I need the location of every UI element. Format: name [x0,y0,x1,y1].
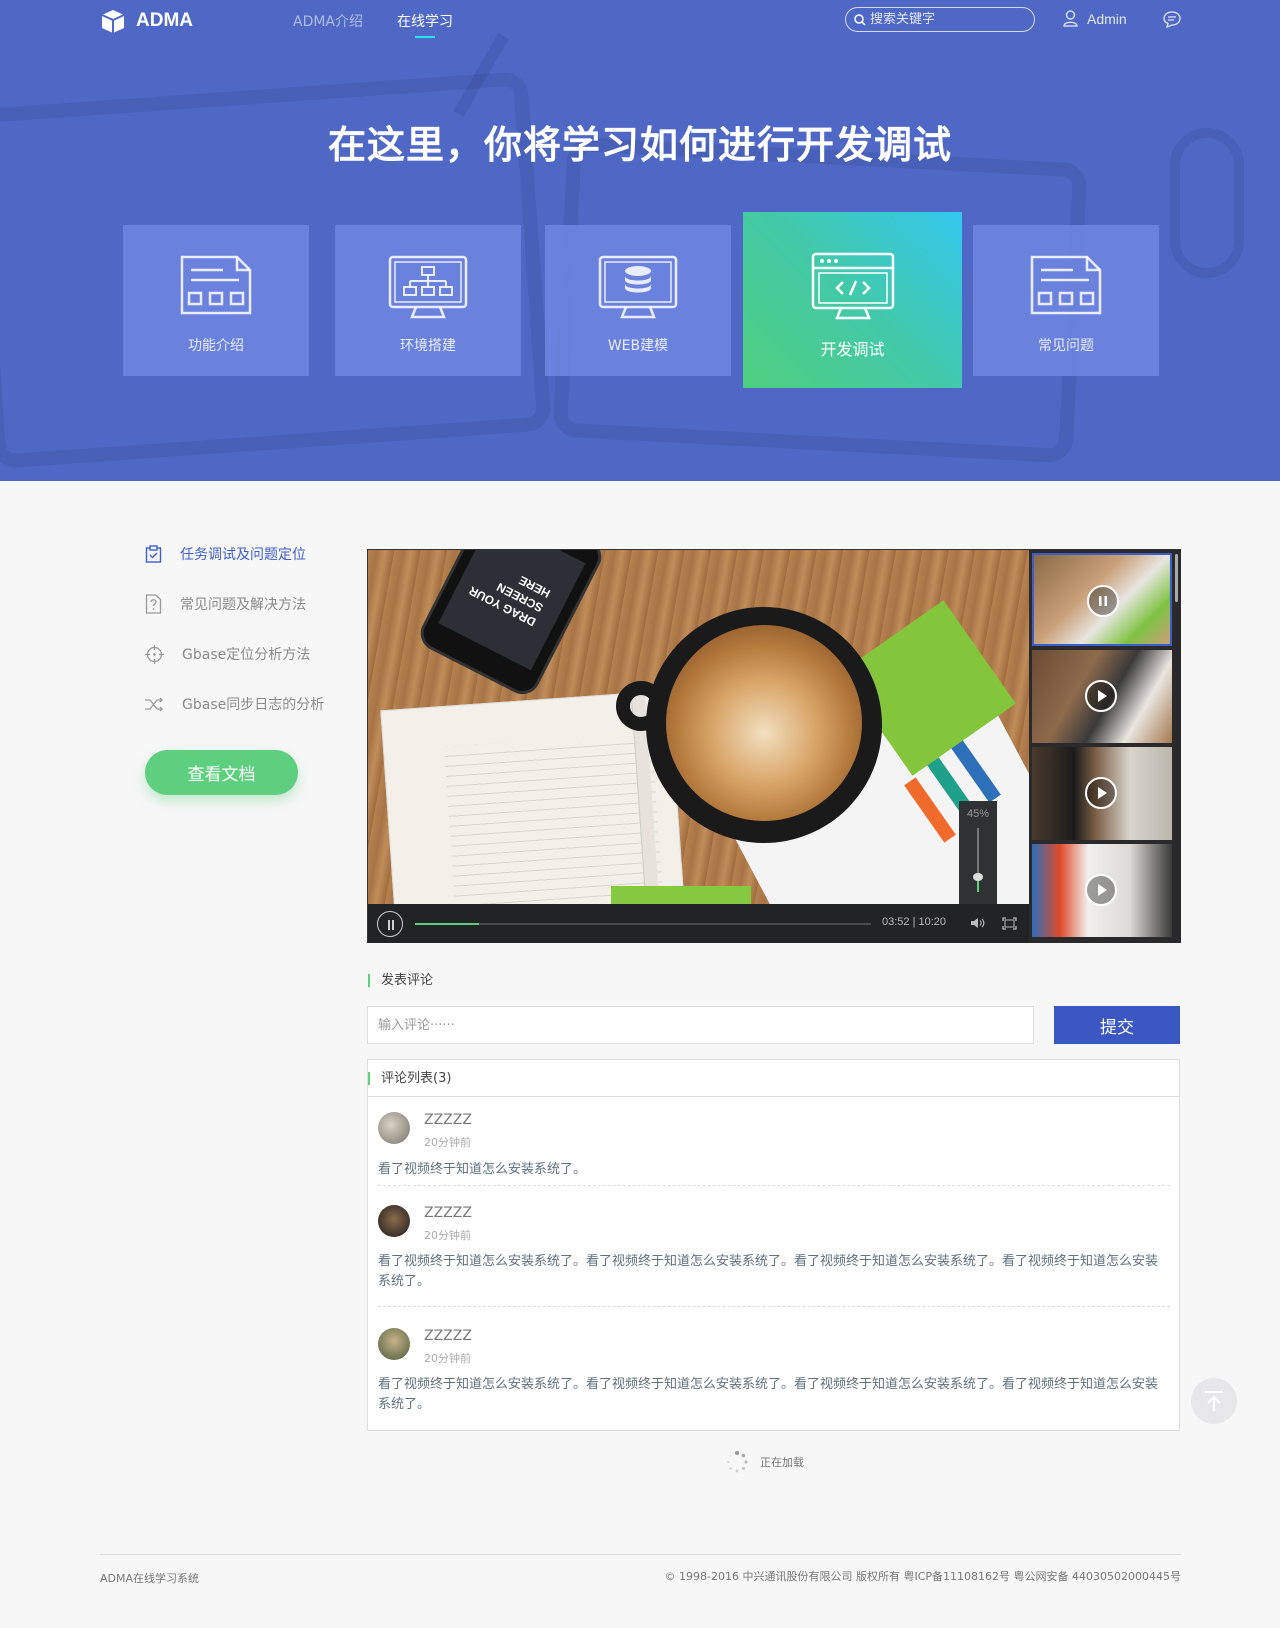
logo[interactable]: ADMA [100,8,193,34]
time-display: 03:52 | 10:20 [882,916,947,928]
current-time: 03:52 [882,916,910,928]
playlist-item[interactable] [1032,553,1172,646]
search-box [845,7,1035,32]
hero-banner: ADMA ADMA介绍 在线学习 Admin 在这里，你将学习如何进行开发调试 … [0,0,1280,481]
volume-slider[interactable]: 45% [959,801,997,904]
category-label: WEB建模 [607,338,669,354]
category-web-modeling[interactable]: WEB建模 [545,225,731,376]
sidebar-item-gbase-locate[interactable]: Gbase定位分析方法 [145,644,310,664]
sidebar-item-faq[interactable]: 常见问题及解决方法 [145,594,306,614]
crosshair-icon [145,644,164,664]
list-item: ZZZZZ 20分钟前 看了视频终于知道怎么安装系统了。看了视频终于知道怎么安装… [378,1205,1170,1307]
comment-time: 20分钟前 [424,1229,471,1242]
category-feature-intro[interactable]: 功能介绍 [123,225,309,376]
video-player: DRAG YOUR SCREEN HERE 45% 03:52 | 10:20 [367,549,1181,943]
volume-percent: 45% [966,808,990,820]
user-name: Admin [1087,10,1127,27]
shuffle-icon [145,697,163,711]
comment-text: 看了视频终于知道怎么安装系统了。看了视频终于知道怎么安装系统了。看了视频终于知道… [378,1377,1159,1412]
top-nav: ADMA ADMA介绍 在线学习 Admin [0,0,1280,40]
user-menu[interactable]: Admin [1063,10,1127,27]
category-label: 开发调试 [820,340,885,359]
comment-author: ZZZZZ [424,1112,472,1128]
video-playlist [1029,550,1181,943]
footer-copyright: © 1998-2016 中兴通讯股份有限公司 版权所有 粤ICP备1110816… [664,1570,1181,1583]
duration: 10:20 [918,916,947,928]
fullscreen-icon[interactable] [1002,917,1017,930]
play-icon [1085,777,1117,809]
play-icon [1085,874,1117,906]
comment-text: 看了视频终于知道怎么安装系统了。 [378,1162,587,1177]
category-env-setup[interactable]: 环境搭建 [335,225,521,376]
play-icon [1085,680,1117,712]
comment-input[interactable] [367,1006,1034,1044]
clipboard-check-icon [145,545,162,563]
category-label: 功能介绍 [188,338,244,354]
list-item: ZZZZZ 20分钟前 看了视频终于知道怎么安装系统了。 [378,1112,1170,1186]
arrow-up-icon [1205,1391,1223,1411]
avatar[interactable] [378,1112,410,1144]
loading-indicator: 正在加载 [725,1450,804,1474]
logo-text: ADMA [136,10,193,31]
video-frame[interactable]: DRAG YOUR SCREEN HERE 45% [368,550,1029,904]
comment-author: ZZZZZ [424,1328,472,1344]
player-controls: 03:52 | 10:20 [368,904,1029,943]
category-label: 常见问题 [1038,338,1094,354]
category-dev-debug[interactable]: 开发调试 [743,212,962,388]
video-green-paper [611,886,751,904]
spinner-icon [726,1451,748,1473]
playlist-item[interactable] [1032,747,1172,840]
loading-text: 正在加载 [760,1456,804,1469]
volume-icon[interactable] [970,917,985,929]
question-doc-icon [145,594,162,614]
code-monitor-icon [811,252,894,320]
post-comment-title: 发表评论 [368,974,433,987]
sidebar-item-label: Gbase定位分析方法 [182,647,311,663]
pause-icon [1087,585,1119,617]
sidebar-item-gbase-log[interactable]: Gbase同步日志的分析 [145,694,324,714]
database-monitor-icon [598,255,678,319]
avatar[interactable] [378,1205,410,1237]
comment-list-header: 评论列表(3) [368,1060,1179,1097]
volume-knob[interactable] [973,873,983,881]
sidebar-item-task-debug[interactable]: 任务调试及问题定位 [145,544,306,564]
comment-list: 评论列表(3) ZZZZZ 20分钟前 看了视频终于知道怎么安装系统了。 ZZZ… [367,1059,1180,1431]
playlist-item[interactable] [1032,650,1172,743]
search-input[interactable] [870,12,1030,27]
sidebar-item-label: 常见问题及解决方法 [180,597,306,613]
video-coffee-cup [616,607,882,843]
playlist-item[interactable] [1032,844,1172,937]
cube-logo-icon [101,10,125,33]
network-monitor-icon [388,255,468,319]
submit-button[interactable]: 提交 [1054,1006,1180,1044]
list-item: ZZZZZ 20分钟前 看了视频终于知道怎么安装系统了。看了视频终于知道怎么安装… [378,1328,1170,1426]
comment-author: ZZZZZ [424,1205,472,1221]
hero-title: 在这里，你将学习如何进行开发调试 [327,123,952,167]
sidebar-item-label: Gbase同步日志的分析 [182,697,325,713]
document-icon [180,255,252,315]
user-icon [1063,10,1078,27]
nav-online-learning[interactable]: 在线学习 [397,11,453,38]
document-icon [1030,255,1102,315]
comment-text: 看了视频终于知道怎么安装系统了。看了视频终于知道怎么安装系统了。看了视频终于知道… [378,1254,1159,1289]
comment-list-title: 评论列表(3) [368,1072,451,1085]
footer-divider [100,1554,1181,1555]
nav-adma-intro[interactable]: ADMA介绍 [293,11,363,31]
pause-button[interactable] [377,911,403,937]
back-to-top-button[interactable] [1191,1378,1237,1424]
progress-bar[interactable] [415,923,871,925]
progress-fill [415,923,479,925]
comment-time: 20分钟前 [424,1136,471,1149]
playlist-scrollbar[interactable] [1175,554,1178,602]
comment-time: 20分钟前 [424,1352,471,1365]
avatar[interactable] [378,1328,410,1360]
footer-site-name: ADMA在线学习系统 [100,1572,200,1585]
category-faq[interactable]: 常见问题 [973,225,1159,376]
sidebar-item-label: 任务调试及问题定位 [180,547,306,563]
category-label: 环境搭建 [400,338,456,354]
message-icon[interactable] [1163,11,1181,28]
search-icon[interactable] [854,13,866,26]
view-docs-button[interactable]: 查看文档 [145,750,298,795]
